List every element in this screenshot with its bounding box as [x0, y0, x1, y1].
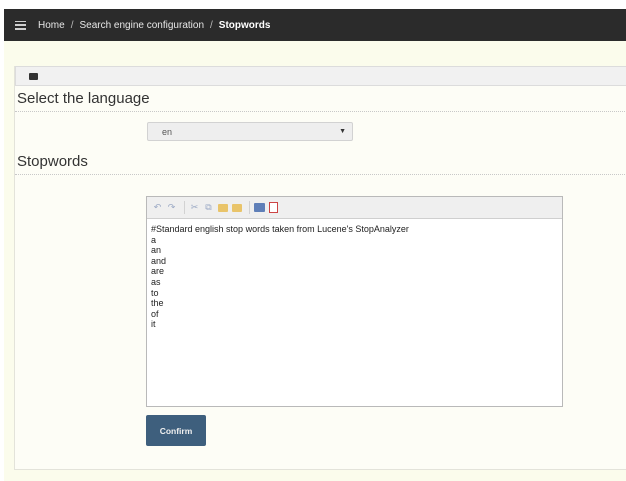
chevron-down-icon: ▼ — [339, 128, 346, 135]
redo-icon[interactable]: ↷ — [166, 202, 177, 213]
breadcrumb-separator: / — [210, 19, 213, 31]
breadcrumb-separator: / — [70, 19, 74, 31]
breadcrumb-home[interactable]: Home — [38, 20, 65, 31]
panel-header — [15, 66, 626, 86]
section-divider — [15, 111, 626, 112]
copy-icon[interactable]: ⧉ — [203, 202, 214, 213]
stopwords-title: Stopwords — [17, 153, 88, 170]
cut-icon[interactable]: ✂ — [189, 202, 200, 213]
confirm-button[interactable]: Confirm — [146, 415, 206, 446]
hamburger-menu-icon[interactable] — [15, 20, 26, 30]
top-navigation-bar: Home / Search engine configuration / Sto… — [4, 9, 626, 41]
section-divider — [15, 174, 626, 175]
main-content: Select the language en ▼ Stopwords ↶ ↷ ✂… — [4, 41, 626, 481]
pdf-icon[interactable] — [268, 202, 279, 213]
language-select-value: en — [162, 127, 173, 137]
toolbar-divider — [184, 201, 185, 214]
paste-icon[interactable] — [217, 202, 228, 213]
panel-icon — [29, 73, 38, 80]
editor-toolbar: ↶ ↷ ✂ ⧉ — [147, 197, 562, 219]
toolbar-divider — [249, 201, 250, 214]
undo-icon[interactable]: ↶ — [152, 202, 163, 213]
language-select[interactable]: en ▼ — [147, 122, 353, 141]
stopwords-panel: Select the language en ▼ Stopwords ↶ ↷ ✂… — [14, 66, 626, 470]
paste-text-icon[interactable] — [231, 202, 242, 213]
stopwords-editor: ↶ ↷ ✂ ⧉ #Standard english stop words tak… — [146, 196, 563, 407]
print-icon[interactable] — [254, 202, 265, 213]
stopwords-textarea[interactable]: #Standard english stop words taken from … — [147, 219, 562, 335]
breadcrumb-stopwords: Stopwords — [218, 19, 271, 31]
breadcrumb-search-engine-configuration[interactable]: Search engine configuration — [79, 20, 204, 31]
select-language-title: Select the language — [17, 90, 150, 107]
